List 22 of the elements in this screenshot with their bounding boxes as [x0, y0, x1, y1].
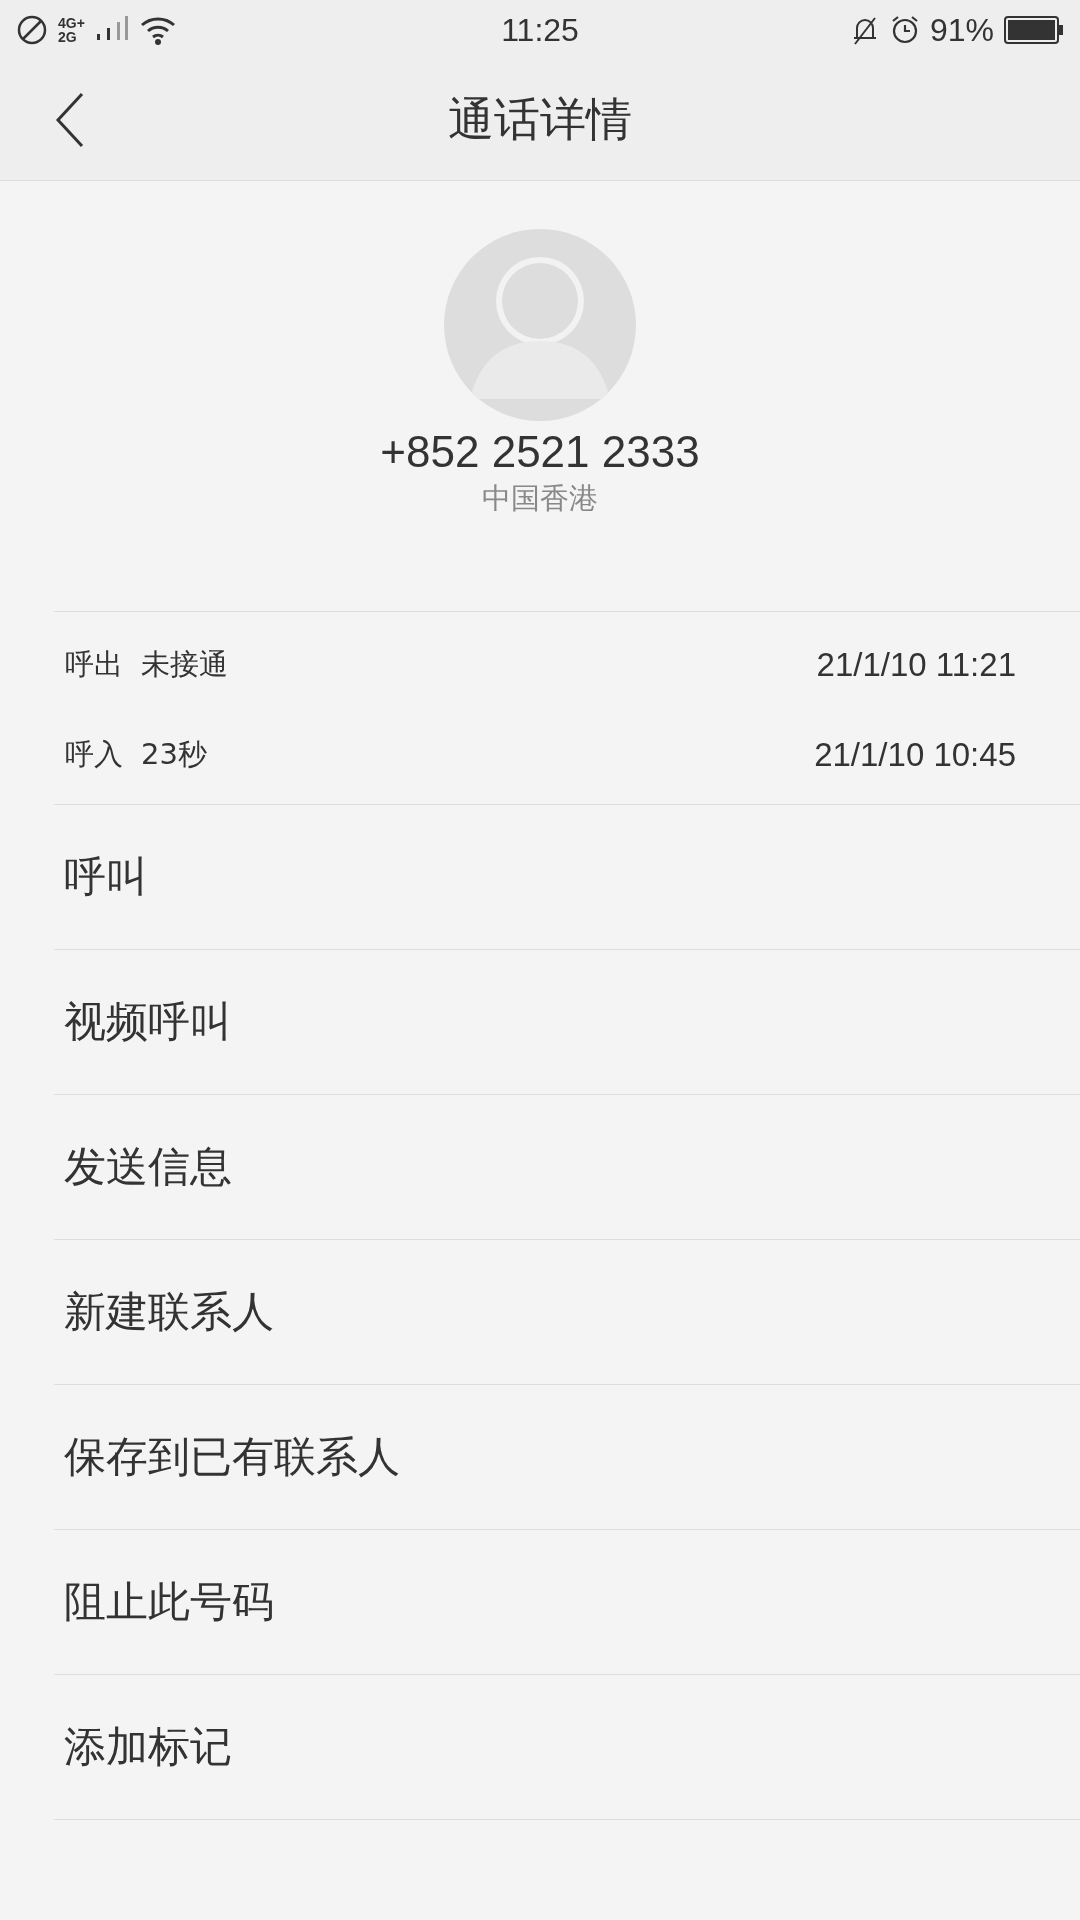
battery-percentage: 91%	[929, 11, 994, 49]
action-item[interactable]: 呼叫	[54, 805, 1080, 950]
action-item[interactable]: 发送信息	[54, 1095, 1080, 1240]
action-item[interactable]: 视频呼叫	[54, 950, 1080, 1095]
action-item[interactable]: 阻止此号码	[54, 1530, 1080, 1675]
phone-number: +852 2521 2333	[380, 427, 700, 477]
call-time: 21/1/10 10:45	[814, 736, 1016, 774]
do-not-disturb-icon	[16, 14, 48, 46]
call-result: 未接通	[141, 646, 228, 683]
battery-icon	[1004, 16, 1064, 44]
network-label: 4G+	[58, 16, 85, 30]
page-title: 通话详情	[448, 91, 632, 148]
region-label: 中国香港	[482, 480, 598, 517]
network-label: 2G	[58, 30, 78, 44]
call-direction: 呼入	[65, 736, 123, 773]
action-item[interactable]: 添加标记	[54, 1675, 1080, 1820]
call-result: 23秒	[141, 736, 207, 773]
clock: 11:25	[501, 11, 579, 49]
action-item[interactable]: 保存到已有联系人	[54, 1385, 1080, 1530]
call-direction: 呼出	[65, 646, 123, 683]
action-item[interactable]: 新建联系人	[54, 1240, 1080, 1385]
call-time: 21/1/10 11:21	[816, 646, 1016, 684]
